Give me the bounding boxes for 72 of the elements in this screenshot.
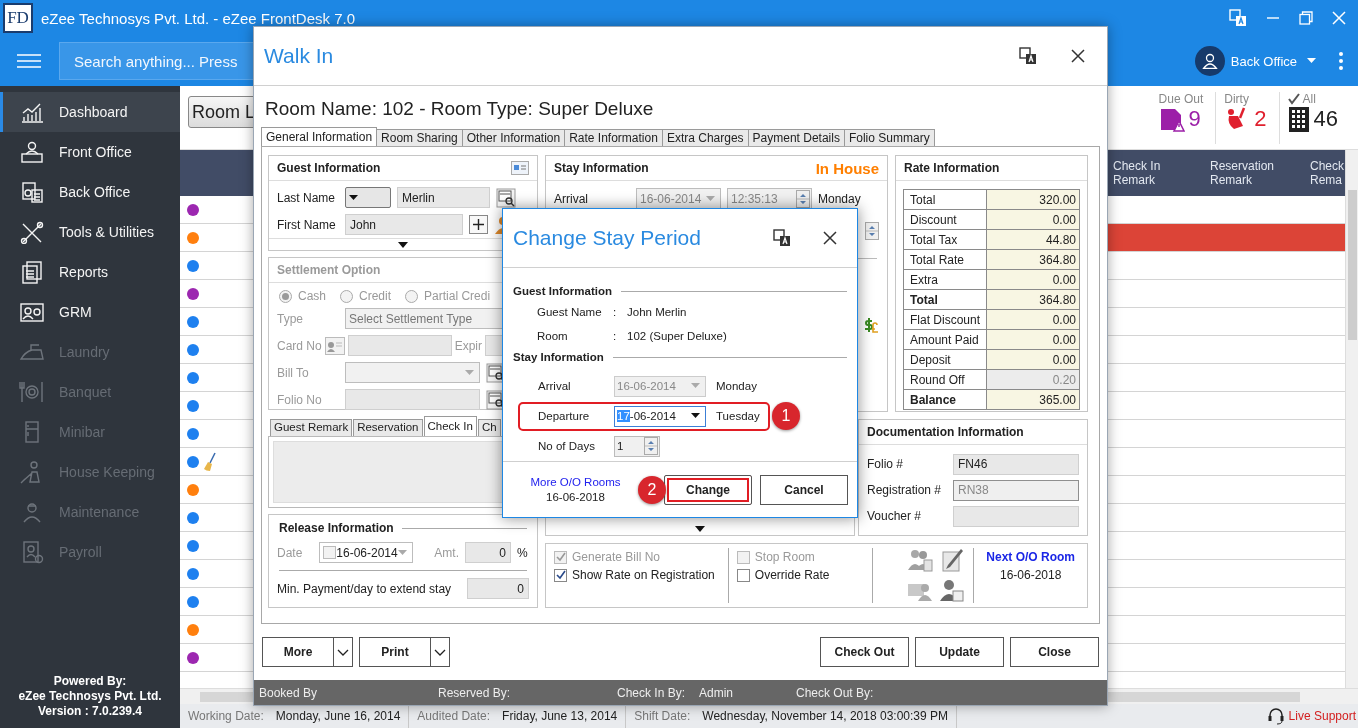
field-label: Guest Name: [537, 306, 603, 318]
stat-label: Dirty: [1224, 91, 1249, 106]
info-label: Check In By:: [617, 685, 686, 700]
rate-label: Total Rate: [903, 249, 987, 270]
field-label: Arrival: [554, 191, 589, 206]
window-title: eZee Technosys Pvt. Ltd. - eZee FrontDesk 7.0: [41, 9, 356, 27]
status-value: Wednesday, November 14, 2018 03:00:39 PM: [702, 709, 948, 723]
stat-label: All: [1302, 91, 1316, 106]
dialog-title: Change Stay Period: [513, 226, 702, 250]
company-name: eZee Technosys Pvt. Ltd.: [17, 689, 163, 703]
selected-text: 17: [617, 410, 630, 422]
field-label: Registration #: [867, 483, 943, 497]
field-label: Expir: [454, 338, 483, 353]
section-title: Documentation Information: [867, 425, 1024, 439]
field-label: Arrival: [538, 380, 572, 392]
section-title: Guest Information: [513, 285, 613, 297]
field-label: Folio #: [867, 457, 905, 471]
next-room-date: 16-06-2018: [999, 568, 1062, 582]
status-label: Audited Date:: [417, 709, 491, 723]
colon: :: [613, 330, 618, 342]
rate-label: Flat Discount: [903, 309, 987, 330]
rate-label: Balance: [903, 389, 987, 410]
section-title: Guest Information: [277, 161, 382, 175]
field-label: Last Name: [277, 190, 337, 205]
field-label: Date: [277, 545, 304, 560]
info-label: Reserved By:: [438, 685, 511, 700]
more-rooms-date: 16-06-2018: [546, 491, 605, 503]
field-label: Type: [277, 311, 304, 326]
field-label: No of Days: [538, 440, 596, 452]
rate-label: Amount Paid: [903, 329, 987, 350]
section-title: Stay Information: [513, 351, 604, 363]
rate-label: Extra: [903, 269, 987, 290]
step-marker: 2: [638, 475, 666, 504]
rate-label: Total Tax: [903, 229, 987, 250]
field-label: Room: [537, 330, 569, 342]
app-logo: FD: [3, 3, 33, 33]
day-label: Monday: [818, 191, 861, 206]
day-label: Monday: [716, 380, 757, 392]
stat-label: Due Out: [1158, 91, 1204, 106]
section-title: Rate Information: [904, 161, 1000, 175]
status-value: Monday, June 16, 2014: [275, 709, 401, 723]
rate-label: Discount: [903, 209, 987, 230]
info-label: Booked By: [259, 685, 318, 700]
day-label: Tuesday: [716, 410, 760, 422]
field-label: Bill To: [277, 365, 310, 380]
version-label: Version : 7.0.239.4: [36, 704, 144, 718]
rate-label: Total: [903, 189, 987, 210]
status-label: Working Date:: [188, 709, 264, 723]
percent-label: %: [517, 545, 528, 560]
powered-by-label: Powered By:: [52, 674, 128, 688]
status-value: Friday, June 13, 2014: [502, 709, 618, 723]
info-label: Check Out By:: [796, 685, 874, 700]
section-title: Stay Information: [554, 161, 649, 175]
colon: :: [613, 306, 618, 318]
field-label: Min. Payment/day to extend stay: [277, 581, 453, 596]
step-marker: 1: [772, 402, 800, 430]
field-label: Departure: [538, 410, 591, 422]
field-label: Folio No: [277, 392, 323, 407]
field-label: First Name: [277, 217, 337, 232]
info-value: Admin: [699, 685, 734, 700]
section-title: Release Information: [279, 521, 394, 535]
rate-label: Round Off: [903, 369, 987, 390]
status-label: Shift Date:: [634, 709, 691, 723]
field-value: John Merlin: [627, 306, 687, 318]
field-label: Card No: [277, 338, 322, 353]
field-value: 102 (Super Deluxe): [627, 330, 727, 342]
rate-label: Deposit: [903, 349, 987, 370]
field-label: Voucher #: [867, 509, 923, 523]
section-title: Settlement Option: [277, 263, 381, 277]
rate-label: Total: [903, 289, 987, 310]
status-label: In House: [815, 159, 879, 177]
field-label: Amt.: [433, 545, 459, 560]
